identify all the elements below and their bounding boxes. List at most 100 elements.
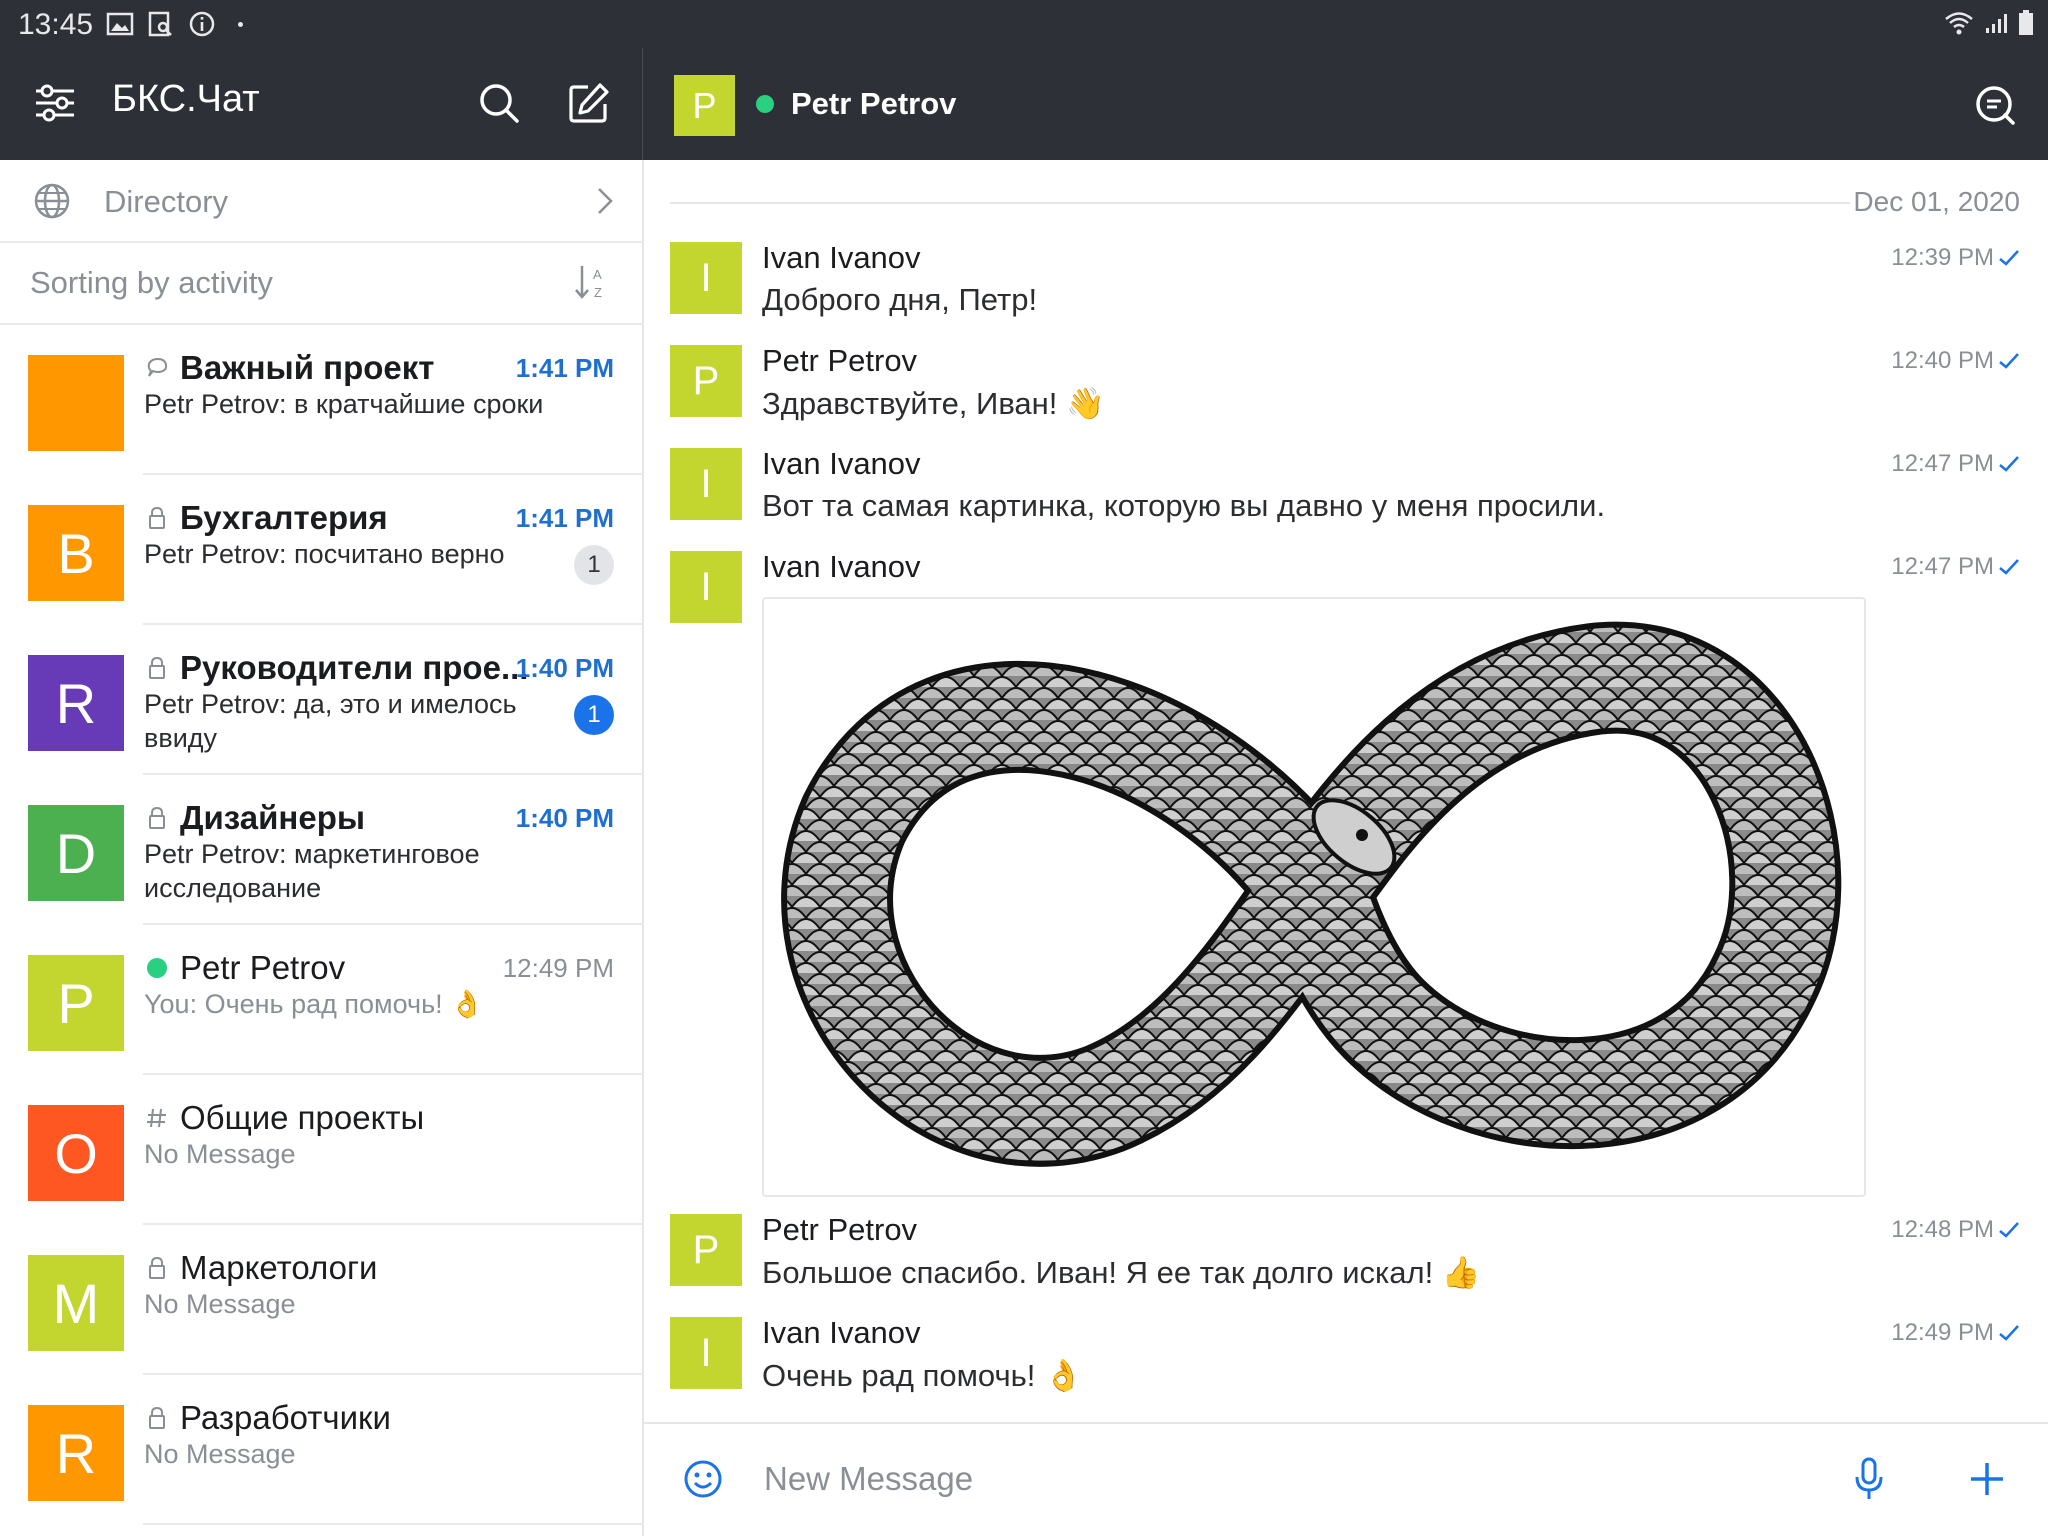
chat-contact-avatar[interactable]: P — [674, 75, 735, 136]
composer-divider — [644, 1422, 2048, 1424]
compose-edit-icon — [569, 83, 609, 123]
conversation-preview: No Message — [144, 1289, 296, 1319]
message-author[interactable]: Petr Petrov — [762, 1212, 917, 1248]
sidebar-header: БКС.Чат — [0, 48, 642, 160]
conversation-item[interactable]: O Общие проекты No Message — [0, 1075, 642, 1225]
thread-search-button[interactable] — [1970, 80, 2020, 130]
lock-icon — [144, 505, 170, 531]
lock-icon — [144, 805, 170, 831]
sort-az-icon[interactable]: AZ — [574, 263, 608, 301]
conversation-title: Маркетологи — [180, 1249, 378, 1286]
lock-icon — [144, 1405, 170, 1431]
message-author[interactable]: Petr Petrov — [762, 343, 917, 379]
delivered-check-icon — [1999, 559, 2019, 575]
conversation-item[interactable]: P Petr Petrov 12:49 PM You: Очень рад помоч… — [0, 925, 642, 1075]
message-time-text: 12:47 PM — [1891, 553, 1994, 580]
conversation-item[interactable]: R Руководители прое... 1:40 PM Petr Petrov:… — [0, 625, 642, 775]
date-separator-line — [670, 202, 1850, 204]
emoji-button[interactable] — [678, 1454, 728, 1504]
delivered-check-icon — [1999, 250, 2019, 266]
message-author-avatar[interactable]: P — [670, 345, 742, 417]
message-author-avatar[interactable]: I — [670, 1317, 742, 1389]
battery-icon — [2019, 10, 2033, 35]
sorting-row[interactable]: Sorting by activity AZ — [0, 243, 642, 325]
compose-button[interactable] — [564, 78, 614, 128]
conversation-time: 1:41 PM — [515, 353, 614, 383]
search-icon — [480, 84, 519, 123]
image-notification-icon — [106, 12, 134, 36]
sliders-icon — [36, 84, 74, 122]
conversation-title-row: Маркетологи — [144, 1249, 614, 1287]
lock-icon — [144, 1255, 170, 1281]
smiley-icon — [684, 1460, 722, 1498]
hash-icon — [144, 1105, 170, 1131]
conversation-avatar: R — [28, 655, 124, 751]
svg-text:A: A — [593, 267, 602, 282]
svg-text:Z: Z — [594, 285, 602, 300]
message-time: 12:40 PM — [1891, 347, 2020, 375]
message-time: 12:48 PM — [1891, 1216, 2020, 1244]
status-system-icons — [1944, 10, 2034, 36]
chat-contact-name[interactable]: Petr Petrov — [791, 86, 956, 122]
conversation-avatar — [28, 355, 124, 451]
message-author-avatar[interactable]: I — [670, 551, 742, 623]
plus-icon — [1971, 1463, 2003, 1495]
unread-badge: 1 — [574, 545, 614, 585]
message-text: Доброго дня, Петр! — [762, 282, 1038, 317]
message-author[interactable]: Ivan Ivanov — [762, 240, 921, 276]
app-title: БКС.Чат — [112, 78, 260, 120]
search-button[interactable] — [474, 78, 524, 128]
message-author-avatar[interactable]: I — [670, 242, 742, 314]
message-time: 12:39 PM — [1891, 244, 2020, 272]
conversation-item[interactable]: B Бухгалтерия 1:41 PM Petr Petrov: посчитан… — [0, 475, 642, 625]
sorting-label: Sorting by activity — [30, 265, 273, 300]
settings-filter-button[interactable] — [30, 78, 80, 128]
status-time: 13:45 — [18, 8, 94, 41]
conversation-title: Общие проекты — [180, 1099, 425, 1136]
conversation-preview: Petr Petrov: посчитано верно — [144, 539, 505, 569]
message-author[interactable]: Ivan Ivanov — [762, 446, 921, 482]
message-time: 12:47 PM — [1891, 553, 2020, 581]
conversation-item[interactable]: Важный проект 1:41 PM Petr Petrov: в кратч… — [0, 325, 642, 475]
message-author-avatar[interactable]: P — [670, 1214, 742, 1286]
conversation-preview: No Message — [144, 1139, 296, 1169]
conversation-avatar: D — [28, 805, 124, 901]
message-author[interactable]: Ivan Ivanov — [762, 1315, 921, 1351]
date-separator: Dec 01, 2020 — [1853, 186, 2020, 217]
message-time-text: 12:48 PM — [1891, 1216, 1994, 1243]
chat-icon — [144, 355, 170, 381]
message-author[interactable]: Ivan Ivanov — [762, 549, 921, 585]
conversation-avatar: P — [28, 955, 124, 1051]
message-text: Большое спасибо. Иван! Я ее так долго ис… — [762, 1255, 1481, 1290]
delivered-check-icon — [1999, 456, 2019, 472]
conversation-time: 1:40 PM — [515, 803, 614, 833]
screenshot-notification-icon — [148, 11, 172, 37]
delivered-check-icon — [1999, 353, 2019, 369]
conversation-item[interactable]: M Маркетологи No Message — [0, 1225, 642, 1375]
more-notifications-dot-icon — [238, 21, 243, 27]
ouroboros-infinity-snake-illustration — [781, 621, 1842, 1167]
conversation-sidebar: Directory Sorting by activity AZ Важный … — [0, 160, 642, 1536]
wifi-icon — [1945, 12, 1973, 35]
conversation-title-row: Общие проекты — [144, 1099, 614, 1137]
signal-icon — [1986, 14, 2007, 33]
conversation-avatar: M — [28, 1255, 124, 1351]
delivered-check-icon — [1999, 1222, 2019, 1238]
attach-button[interactable] — [1962, 1454, 2012, 1504]
conversation-title: Разработчики — [180, 1399, 391, 1436]
message-time-text: 12:49 PM — [1891, 1319, 1994, 1346]
conversation-time: 1:41 PM — [515, 503, 614, 533]
message-time: 12:47 PM — [1891, 450, 2020, 478]
conversation-item[interactable]: D Дизайнеры 1:40 PM Petr Petrov: маркетинго… — [0, 775, 642, 925]
conversation-avatar: O — [28, 1105, 124, 1201]
image-attachment[interactable] — [762, 597, 1866, 1197]
voice-record-button[interactable] — [1844, 1454, 1894, 1504]
directory-row[interactable]: Directory — [0, 160, 642, 243]
conversation-item[interactable]: R Разработчики No Message — [0, 1375, 642, 1525]
message-time-text: 12:40 PM — [1891, 347, 1994, 374]
chat-panel: Dec 01, 2020 I Ivan Ivanov 12:39 PM Доброго… — [644, 160, 2048, 1536]
message-input[interactable]: New Message — [764, 1460, 973, 1498]
message-text: Здравствуйте, Иван! 👋 — [762, 386, 1105, 421]
message-author-avatar[interactable]: I — [670, 448, 742, 520]
conversation-time: 12:49 PM — [502, 953, 614, 983]
